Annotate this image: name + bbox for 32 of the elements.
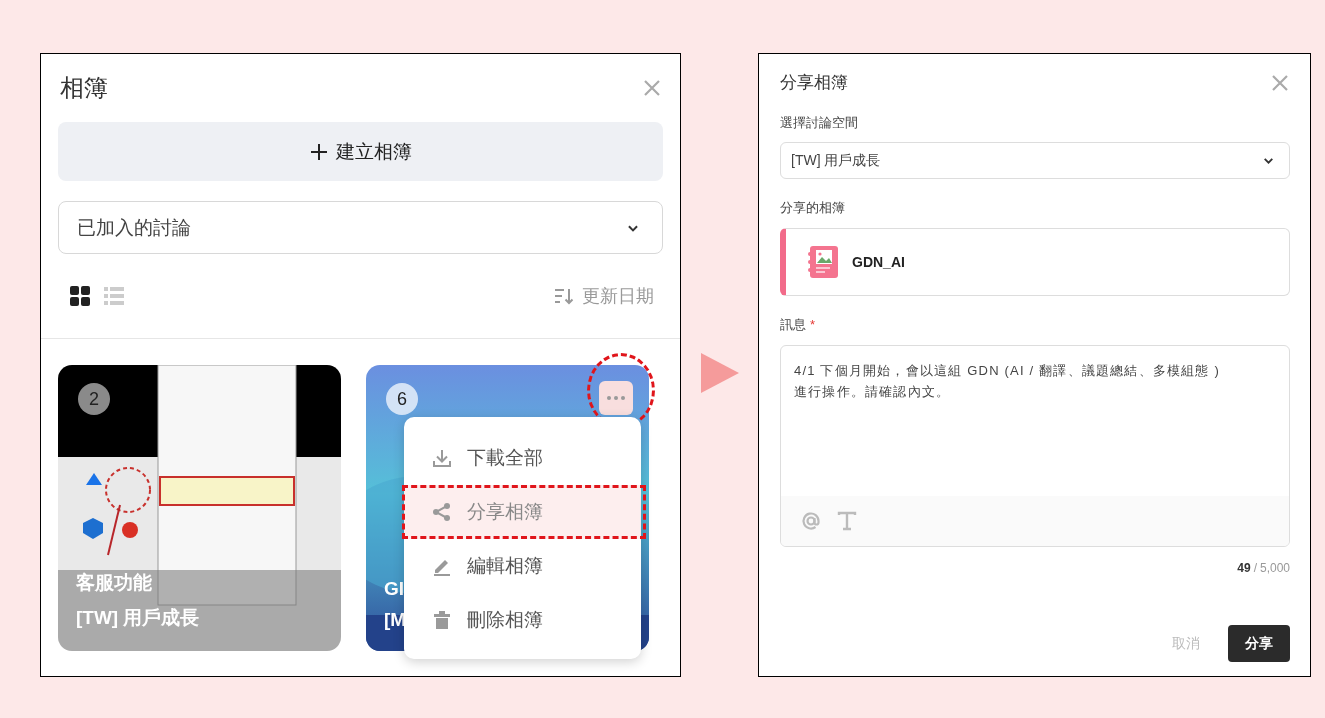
album-name: GDN_AI (852, 254, 905, 270)
filter-dropdown[interactable]: 已加入的討論 (58, 201, 663, 254)
list-view-icon[interactable] (103, 285, 125, 307)
next-arrow-icon (701, 353, 739, 393)
download-icon (431, 447, 453, 469)
more-button[interactable] (599, 381, 633, 415)
album-title: GI (384, 578, 406, 600)
create-album-button[interactable]: 建立相簿 (58, 122, 663, 181)
close-icon[interactable] (1270, 72, 1290, 93)
album-title: 客服功能 (76, 571, 153, 595)
close-icon[interactable] (642, 78, 662, 98)
menu-item[interactable]: 下載全部 (404, 431, 641, 485)
menu-item[interactable]: 刪除相簿 (404, 593, 641, 647)
field-label: 分享的相簿 (780, 199, 846, 217)
more-icon (607, 396, 625, 400)
mention-icon[interactable] (801, 511, 821, 531)
panel-title: 相簿 (60, 73, 108, 103)
sort-icon (554, 287, 574, 305)
field-label: 選擇討論空間 (780, 114, 859, 132)
space-select[interactable]: [TW] 用戶成長 (780, 142, 1290, 179)
trash-icon (431, 609, 453, 631)
plus-icon (309, 142, 328, 161)
grid-view-icon[interactable] (69, 285, 91, 307)
album-discussion: [TW] 用戶成長 (76, 606, 200, 630)
share-button[interactable]: 分享 (1228, 625, 1290, 662)
share-icon (431, 501, 453, 523)
dialog-title: 分享相簿 (780, 72, 848, 94)
field-label: 訊息 * (780, 316, 817, 334)
album-icon (808, 246, 838, 278)
character-counter: 49 / 5,000 (1237, 561, 1290, 575)
menu-item[interactable]: 編輯相簿 (404, 539, 641, 593)
text-format-icon[interactable] (837, 511, 857, 531)
